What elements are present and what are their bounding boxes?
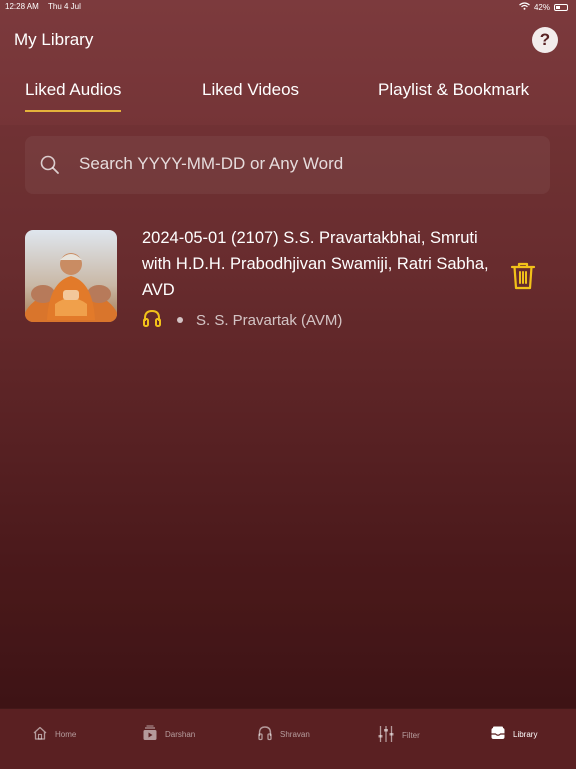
separator-dot [177,317,183,323]
item-author: S. S. Pravartak (AVM) [196,311,343,329]
library-icon [490,725,506,743]
item-meta: S. S. Pravartak (AVM) [142,309,342,331]
page-title: My Library [14,30,94,49]
content-area [0,125,576,708]
darshan-icon [142,725,158,743]
nav-shravan-label: Shravan [280,729,310,739]
status-bar: 12:28 AM Thu 4 Jul 42% [0,0,576,14]
nav-filter[interactable]: Filter [377,725,420,745]
tab-liked-audios[interactable]: Liked Audios [25,80,122,112]
status-date: Thu 4 Jul [48,2,81,11]
headphones-icon [257,725,273,743]
nav-library[interactable]: Library [490,725,537,743]
battery-icon [554,3,568,11]
headphones-icon [142,309,162,331]
bottom-nav: Home Darshan Shravan Filter Library [0,708,576,769]
help-button[interactable]: ? [532,27,558,53]
filter-icon [377,725,395,745]
tab-playlist-bookmark[interactable]: Playlist & Bookmark [378,80,529,100]
nav-darshan[interactable]: Darshan [142,725,195,743]
list-item[interactable]: 2024-05-01 (2107) S.S. Pravartakbhai, Sm… [0,225,576,335]
wifi-icon [519,2,530,12]
battery-level [556,5,561,9]
trash-icon [510,262,536,295]
tab-bar: Liked Audios Liked Videos Playlist & Boo… [0,80,576,120]
search-placeholder: Search YYYY-MM-DD or Any Word [79,154,344,173]
nav-home-label: Home [55,729,77,739]
nav-home[interactable]: Home [32,725,76,743]
nav-library-label: Library [513,729,538,739]
status-time: 12:28 AM [5,2,39,11]
home-icon [32,725,48,743]
item-title: 2024-05-01 (2107) S.S. Pravartakbhai, Sm… [142,229,489,299]
audio-thumbnail [25,230,117,322]
nav-darshan-label: Darshan [165,729,196,739]
status-indicators: 42% [519,2,568,12]
nav-filter-label: Filter [402,730,420,740]
delete-button[interactable] [510,261,536,296]
battery-percent: 42% [533,2,550,12]
tab-liked-videos[interactable]: Liked Videos [202,80,299,100]
nav-shravan[interactable]: Shravan [257,725,310,743]
search-input[interactable]: Search YYYY-MM-DD or Any Word [25,136,550,194]
search-icon [40,155,60,180]
